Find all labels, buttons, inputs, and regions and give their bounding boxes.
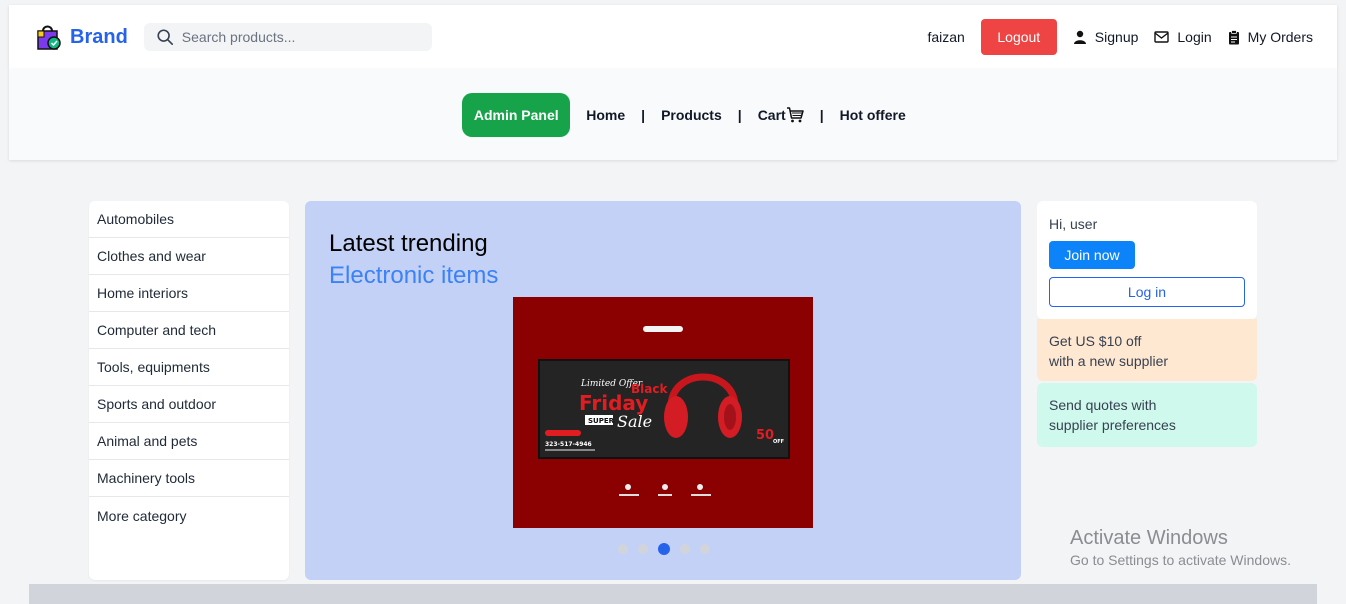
search-input[interactable] [181,29,412,45]
main-nav: Admin Panel Home | Products | Cart | Hot… [9,69,1337,160]
promo-line: Send quotes with [1049,397,1157,413]
brand-name: Brand [70,25,128,48]
category-item[interactable]: Sports and outdoor [89,386,289,423]
search-icon [157,29,173,46]
promo-line: supplier preferences [1049,417,1176,433]
promo-supplier-discount[interactable]: Get US $10 off with a new supplier [1037,319,1257,381]
nav-separator: | [819,106,824,123]
nav-cart-label: Cart [757,106,786,123]
promo-line: with a new supplier [1049,353,1169,369]
black-friday-banner-graphic: Limited Offer Black Friday SUPER Sale 32… [513,297,813,528]
my-orders-label: My Orders [1247,29,1313,45]
category-item[interactable]: Computer and tech [89,312,289,349]
hero-title: Latest trending [329,230,488,257]
category-item[interactable]: Animal and pets [89,423,289,460]
carousel-dot[interactable] [700,544,710,554]
envelope-icon [1154,31,1170,43]
carousel-dot[interactable] [680,544,690,554]
hero-banner-image[interactable]: Limited Offer Black Friday SUPER Sale 32… [513,297,813,528]
promo-line: Get US $10 off [1049,333,1142,349]
category-item[interactable]: Automobiles [89,201,289,238]
watermark-title: Activate Windows [1070,527,1228,549]
username: faizan [927,29,965,45]
nav-products[interactable]: Products [661,107,722,123]
svg-text:50: 50 [756,428,774,443]
svg-text:OFF: OFF [773,439,784,445]
cart-icon [786,106,804,122]
carousel-dot-active[interactable] [658,543,670,555]
nav-separator: | [737,106,742,123]
svg-text:SUPER: SUPER [588,417,615,425]
signup-label: Signup [1094,29,1139,45]
hero-carousel: Latest trending Electronic items Limited… [305,201,1021,580]
svg-text:323-517-4946: 323-517-4946 [545,441,592,448]
log-in-button[interactable]: Log in [1049,277,1245,307]
brand-logo[interactable]: Brand [35,23,128,51]
nav-hot-offers[interactable]: Hot offere [840,107,906,123]
shopping-bag-icon [37,25,61,50]
user-card: Hi, user Join now Log in [1037,201,1257,319]
category-list: Automobiles Clothes and wear Home interi… [89,201,289,580]
watermark-subtitle: Go to Settings to activate Windows. [1070,552,1291,568]
nav-separator: | [641,106,646,123]
admin-panel-button[interactable]: Admin Panel [462,92,571,137]
account-nav: faizan Logout Signup Login My Orders [927,19,1313,55]
login-link[interactable]: Login [1154,29,1212,45]
promo-send-quotes[interactable]: Send quotes with supplier preferences [1037,383,1257,447]
my-orders-link[interactable]: My Orders [1228,29,1313,45]
join-now-button[interactable]: Join now [1049,241,1135,269]
hero-subtitle: Electronic items [329,262,499,289]
top-header: Brand faizan Logout Signup Login [9,5,1337,69]
search-bar[interactable] [143,23,432,51]
nav-home[interactable]: Home [586,107,625,123]
signup-link[interactable]: Signup [1073,29,1139,45]
login-label: Login [1177,29,1212,45]
category-item[interactable]: Machinery tools [89,460,289,497]
category-item[interactable]: Tools, equipments [89,349,289,386]
category-item-more[interactable]: More category [89,497,289,534]
category-item[interactable]: Home interiors [89,275,289,312]
carousel-dot[interactable] [618,544,628,554]
activate-windows-watermark: Activate Windows Go to Settings to activ… [1070,527,1291,568]
carousel-dot[interactable] [638,544,648,554]
logout-button[interactable]: Logout [980,19,1057,55]
nav-cart[interactable]: Cart [758,107,804,123]
carousel-indicators [618,543,720,555]
svg-text:Sale: Sale [617,412,652,431]
next-section-edge [29,584,1317,604]
user-greeting: Hi, user [1049,216,1098,232]
category-item[interactable]: Clothes and wear [89,238,289,275]
user-icon [1073,30,1086,44]
clipboard-icon [1228,29,1239,44]
